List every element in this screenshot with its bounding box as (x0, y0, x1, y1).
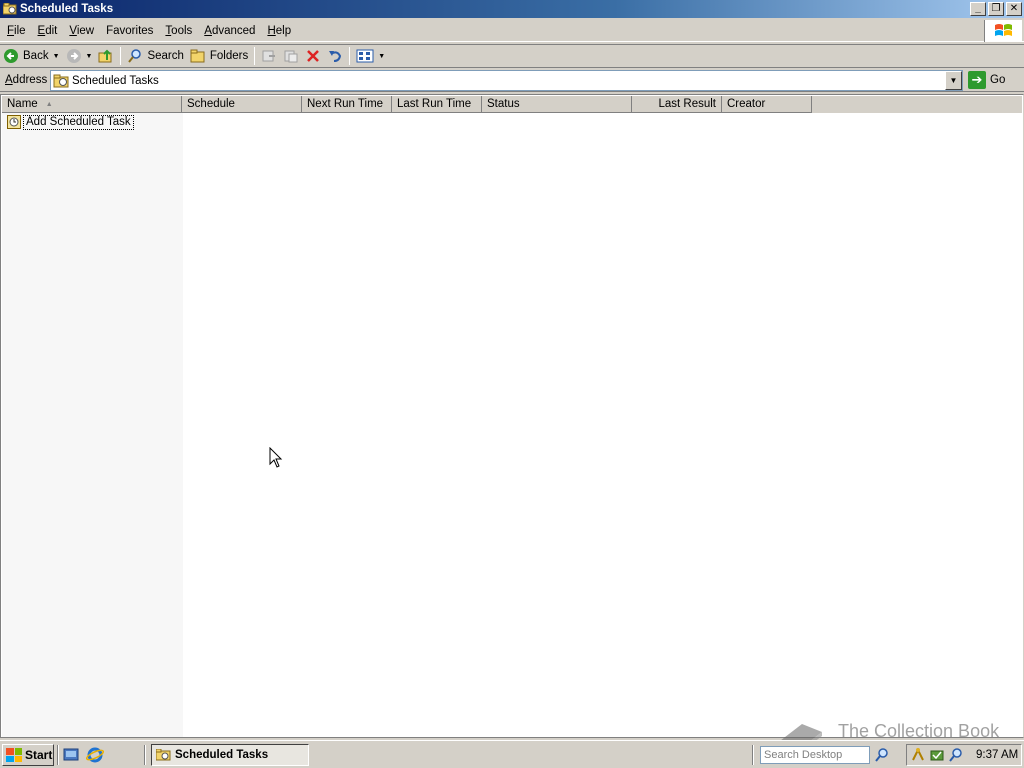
folders-button[interactable]: Folders (187, 45, 251, 67)
folder-up-icon (98, 49, 112, 63)
column-headers: Name ▲ Schedule Next Run Time Last Run Ti… (2, 96, 1022, 113)
menu-edit[interactable]: Edit (33, 25, 63, 37)
taskbar: Start Scheduled Tasks Search Desktop 9:3… (0, 740, 1024, 768)
quick-launch (62, 746, 104, 764)
undo-button[interactable] (324, 45, 346, 67)
search-tray-icon[interactable] (948, 747, 964, 763)
back-arrow-icon (4, 49, 18, 63)
title-bar: Scheduled Tasks _ ❐ ✕ (0, 0, 1024, 18)
address-value: Scheduled Tasks (72, 74, 159, 87)
address-bar: Address Scheduled Tasks ▼ ➔ Go (0, 69, 1024, 92)
windows-logo-icon (984, 20, 1022, 42)
taskbar-separator (144, 745, 146, 765)
minimize-icon: _ (975, 3, 981, 14)
forward-button[interactable]: ▼ (63, 45, 96, 67)
menu-tools[interactable]: Tools (160, 25, 197, 37)
menu-view[interactable]: View (64, 25, 99, 37)
desktop-search-button[interactable] (872, 746, 892, 764)
copy-to-icon (284, 50, 298, 63)
restore-icon: ❐ (991, 3, 1001, 14)
toolbar-separator (349, 47, 351, 65)
list-item-label: Add Scheduled Task (23, 114, 134, 130)
scheduled-tasks-folder-icon (156, 749, 171, 761)
mouse-cursor-icon (269, 447, 283, 468)
menu-help[interactable]: Help (262, 25, 296, 37)
close-icon: ✕ (1009, 3, 1019, 14)
security-tray-icon[interactable] (929, 747, 945, 763)
show-desktop-icon[interactable] (62, 746, 80, 764)
column-header-last-result[interactable]: Last Result (632, 96, 722, 113)
folders-icon (190, 49, 205, 63)
views-dropdown-icon[interactable]: ▼ (378, 53, 385, 60)
undo-icon (329, 51, 342, 62)
up-button[interactable] (95, 45, 117, 67)
sort-ascending-icon: ▲ (45, 100, 53, 108)
column-header-status[interactable]: Status (482, 96, 632, 113)
desktop-search-input[interactable]: Search Desktop (760, 746, 870, 764)
move-to-icon (262, 50, 276, 62)
go-button[interactable]: ➔ Go (968, 71, 1005, 89)
column-header-schedule[interactable]: Schedule (182, 96, 302, 113)
forward-arrow-icon (66, 49, 81, 63)
views-button[interactable]: ▼ (353, 45, 388, 67)
sorted-column-highlight (2, 113, 183, 737)
toolbar-separator (120, 47, 122, 65)
search-icon (128, 49, 142, 63)
toolbar-separator (254, 47, 256, 65)
system-tray: 9:37 AM (906, 744, 1022, 766)
forward-dropdown-icon[interactable]: ▼ (86, 53, 93, 60)
menu-favorites[interactable]: Favorites (101, 25, 158, 37)
move-to-button[interactable] (258, 45, 280, 67)
taskbar-button-scheduled-tasks[interactable]: Scheduled Tasks (151, 744, 309, 766)
search-icon (875, 748, 888, 762)
watermark-text: The Collection Book (838, 720, 1000, 741)
taskbar-separator (752, 745, 754, 765)
menu-file[interactable]: File (2, 25, 31, 37)
network-tray-icon[interactable] (910, 747, 926, 763)
menu-bar: File Edit View Favorites Tools Advanced … (0, 20, 1024, 42)
copy-to-button[interactable] (280, 45, 302, 67)
internet-explorer-icon[interactable] (86, 746, 104, 764)
scheduled-tasks-folder-icon (3, 3, 17, 15)
column-header-last-run-time[interactable]: Last Run Time (392, 96, 482, 113)
taskbar-separator (57, 745, 59, 765)
address-label: Address (5, 74, 48, 86)
back-dropdown-icon[interactable]: ▼ (53, 53, 60, 60)
menu-advanced[interactable]: Advanced (199, 25, 260, 37)
close-button[interactable]: ✕ (1006, 2, 1022, 16)
delete-x-icon (307, 50, 320, 62)
views-icon (356, 49, 374, 63)
restore-button[interactable]: ❐ (988, 2, 1004, 16)
file-list-view[interactable]: Name ▲ Schedule Next Run Time Last Run Ti… (0, 94, 1024, 738)
add-scheduled-task-icon (7, 115, 21, 129)
chevron-down-icon: ▼ (949, 76, 958, 85)
standard-toolbar: Back ▼ ▼ Search Folders ▼ (0, 44, 1024, 68)
search-button[interactable]: Search (124, 45, 186, 67)
delete-button[interactable] (302, 45, 324, 67)
address-dropdown-button[interactable]: ▼ (945, 71, 962, 90)
list-item[interactable]: Add Scheduled Task (7, 114, 134, 130)
window-title: Scheduled Tasks (20, 3, 114, 15)
column-header-creator[interactable]: Creator (722, 96, 812, 113)
back-button[interactable]: Back ▼ (0, 45, 63, 67)
column-header-name[interactable]: Name ▲ (2, 96, 182, 113)
column-header-next-run-time[interactable]: Next Run Time (302, 96, 392, 113)
windows-flag-icon (6, 748, 22, 762)
minimize-button[interactable]: _ (970, 2, 986, 16)
start-button[interactable]: Start (2, 744, 54, 766)
scheduled-tasks-folder-icon (53, 74, 69, 87)
go-arrow-icon: ➔ (968, 71, 986, 89)
address-input[interactable]: Scheduled Tasks ▼ (50, 70, 963, 91)
clock[interactable]: 9:37 AM (976, 749, 1018, 761)
